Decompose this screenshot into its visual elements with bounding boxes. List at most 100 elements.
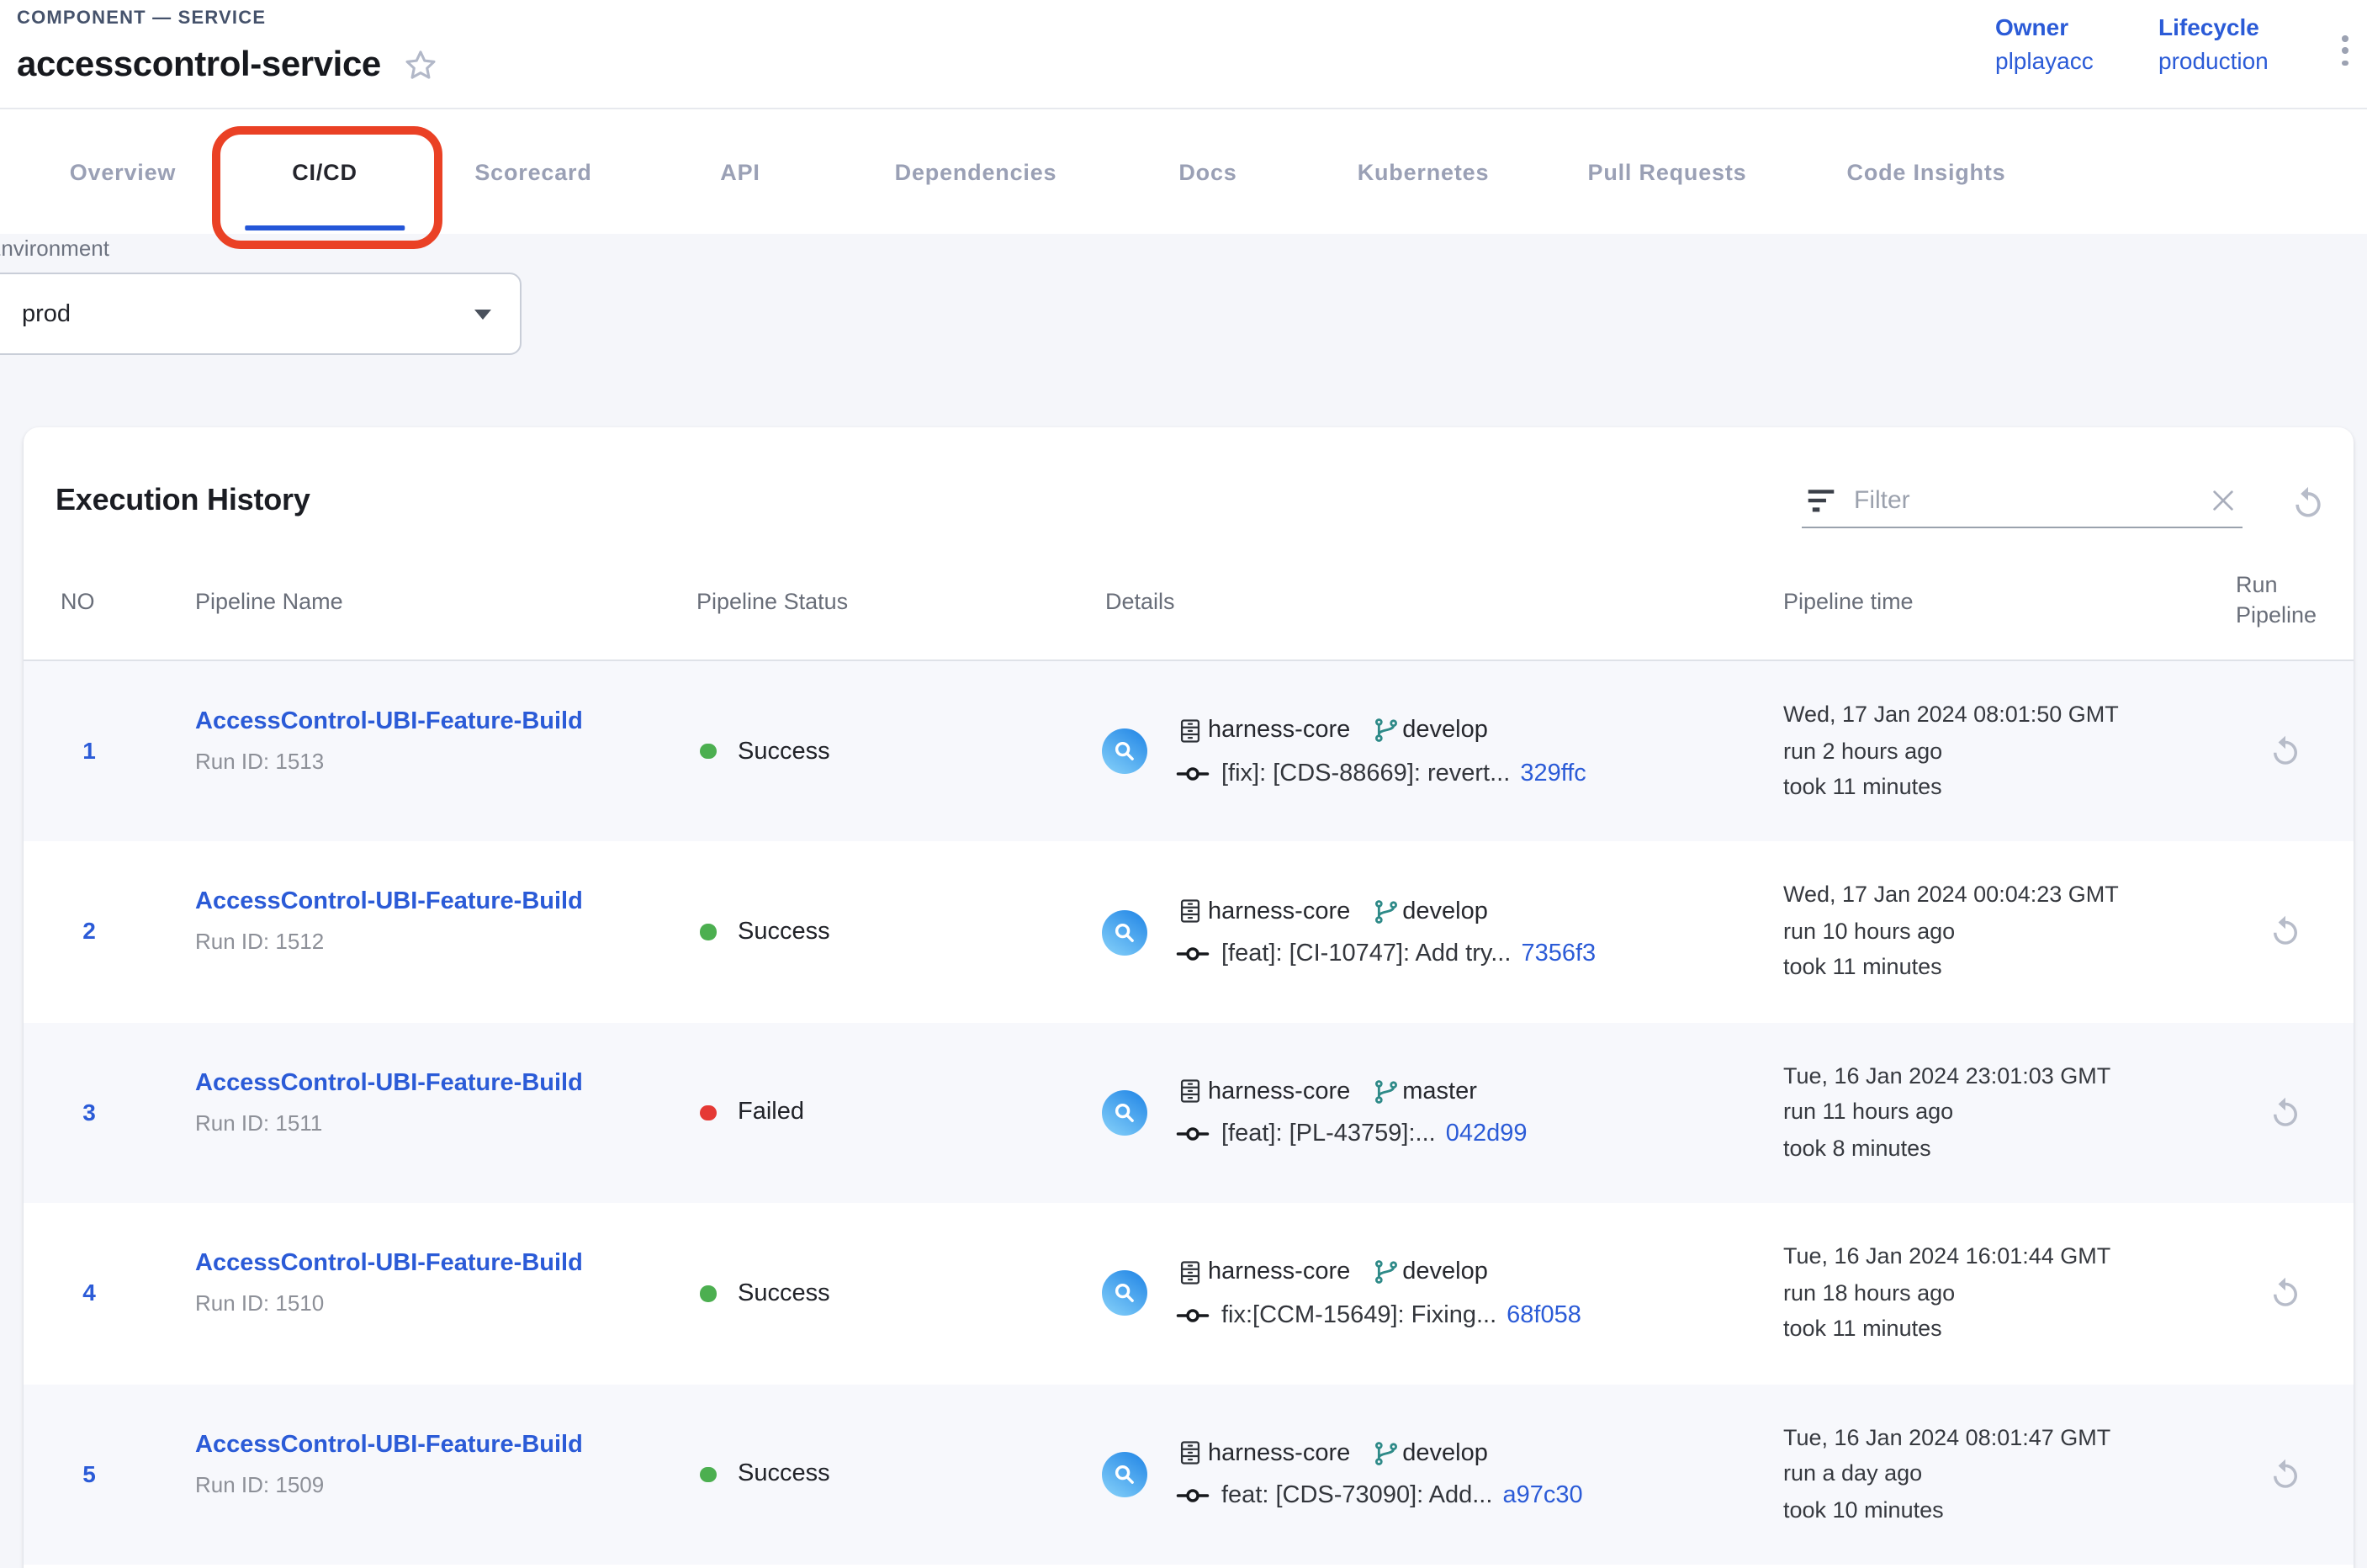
commit-sha-link[interactable]: 042d99 bbox=[1446, 1121, 1528, 1148]
tab-kubernetes[interactable]: Kubernetes bbox=[1307, 109, 1540, 234]
status-label: Success bbox=[738, 1280, 830, 1307]
details-cell: harness-core develop bbox=[1102, 661, 1586, 842]
repository-name: harness-core bbox=[1208, 717, 1350, 744]
row-number: 2 bbox=[61, 918, 118, 945]
pipeline-time-ago: run 18 hours ago bbox=[1783, 1274, 2110, 1311]
repository-icon bbox=[1176, 1258, 1205, 1287]
git-commit-icon bbox=[1176, 761, 1210, 785]
lifecycle-value[interactable]: production bbox=[2158, 47, 2269, 74]
run-pipeline-button[interactable] bbox=[2268, 1456, 2303, 1491]
pipeline-module-icon bbox=[1102, 728, 1147, 774]
status-label: Failed bbox=[738, 1099, 804, 1126]
run-id: Run ID: 1509 bbox=[195, 1471, 583, 1496]
filter-input[interactable]: Filter bbox=[1802, 474, 2243, 528]
pipeline-module-icon bbox=[1102, 909, 1147, 955]
environment-label: Environment bbox=[0, 236, 109, 261]
clear-filter-icon[interactable] bbox=[2211, 488, 2236, 513]
git-branch-icon bbox=[1372, 1259, 1399, 1286]
pipeline-name-link[interactable]: AccessControl-UBI-Feature-Build bbox=[195, 1070, 583, 1097]
owner-link[interactable]: plplayacc bbox=[1995, 47, 2094, 74]
kebab-menu-icon[interactable] bbox=[2335, 29, 2355, 73]
run-id: Run ID: 1513 bbox=[195, 749, 583, 774]
git-commit-icon bbox=[1176, 1485, 1210, 1508]
commit-sha-link[interactable]: a97c30 bbox=[1502, 1483, 1582, 1510]
status-dot bbox=[700, 924, 716, 940]
favorite-star-icon[interactable] bbox=[403, 47, 440, 84]
repository-icon bbox=[1176, 897, 1205, 925]
pipeline-name-link[interactable]: AccessControl-UBI-Feature-Build bbox=[195, 708, 583, 735]
details-lines: harness-core develop bbox=[1176, 1439, 1583, 1510]
pipeline-status-cell: Success bbox=[700, 1384, 830, 1565]
run-pipeline-button[interactable] bbox=[2268, 734, 2303, 769]
row-number: 4 bbox=[61, 1279, 118, 1306]
pipeline-name-cell: AccessControl-UBI-Feature-Build Run ID: … bbox=[195, 1250, 583, 1316]
pipeline-name-cell: AccessControl-UBI-Feature-Build Run ID: … bbox=[195, 708, 583, 774]
branch-name: develop bbox=[1402, 717, 1488, 744]
tab-api[interactable]: API bbox=[670, 109, 810, 234]
pipeline-time-cell: Wed, 17 Jan 2024 08:01:50 GMT run 2 hour… bbox=[1783, 697, 2119, 805]
refresh-icon[interactable] bbox=[2290, 485, 2327, 522]
pipeline-name-cell: AccessControl-UBI-Feature-Build Run ID: … bbox=[195, 889, 583, 955]
pipeline-duration: took 11 minutes bbox=[1783, 769, 2119, 805]
pipeline-name-cell: AccessControl-UBI-Feature-Build Run ID: … bbox=[195, 1431, 583, 1496]
pipeline-duration: took 8 minutes bbox=[1783, 1131, 2110, 1167]
run-id: Run ID: 1512 bbox=[195, 930, 583, 955]
page-header: COMPONENT — SERVICE accesscontrol-servic… bbox=[0, 0, 2367, 108]
pipeline-module-icon bbox=[1102, 1271, 1147, 1316]
details-cell: harness-core develop bbox=[1102, 1203, 1581, 1384]
status-dot bbox=[700, 744, 716, 760]
run-pipeline-button[interactable] bbox=[2268, 1095, 2303, 1131]
details-lines: harness-core develop bbox=[1176, 716, 1586, 787]
table-row: 5 AccessControl-UBI-Feature-Build Run ID… bbox=[24, 1384, 2354, 1565]
execution-history-title: Execution History bbox=[56, 483, 310, 518]
pipeline-time-full: Tue, 16 Jan 2024 23:01:03 GMT bbox=[1783, 1058, 2110, 1094]
status-dot bbox=[700, 1285, 716, 1301]
tab-dependencies[interactable]: Dependencies bbox=[845, 109, 1108, 234]
chevron-down-icon bbox=[474, 310, 491, 320]
pipeline-time-full: Wed, 17 Jan 2024 00:04:23 GMT bbox=[1783, 877, 2119, 914]
status-dot bbox=[700, 1104, 716, 1120]
details-lines: harness-core master bbox=[1176, 1078, 1528, 1148]
details-cell: harness-core develop bbox=[1102, 1384, 1583, 1565]
run-pipeline-button[interactable] bbox=[2268, 914, 2303, 950]
tab-scorecard[interactable]: Scorecard bbox=[424, 109, 642, 234]
commit-sha-link[interactable]: 329ffc bbox=[1520, 760, 1586, 787]
commit-message: feat: [CDS-73090]: Add... bbox=[1221, 1483, 1492, 1510]
tab-pull-requests[interactable]: Pull Requests bbox=[1538, 109, 1798, 234]
commit-sha-link[interactable]: 7356f3 bbox=[1521, 940, 1596, 967]
table-row: 3 AccessControl-UBI-Feature-Build Run ID… bbox=[24, 1023, 2354, 1204]
tab-overview[interactable]: Overview bbox=[19, 109, 227, 234]
pipeline-duration: took 10 minutes bbox=[1783, 1491, 2110, 1528]
pipeline-time-ago: run 10 hours ago bbox=[1783, 914, 2119, 950]
environment-select[interactable]: prod bbox=[0, 273, 522, 355]
pipeline-status-cell: Success bbox=[700, 1203, 830, 1384]
pipeline-time-full: Tue, 16 Jan 2024 08:01:47 GMT bbox=[1783, 1419, 2110, 1455]
pipeline-time-ago: run a day ago bbox=[1783, 1455, 2110, 1491]
pipeline-name-link[interactable]: AccessControl-UBI-Feature-Build bbox=[195, 1250, 583, 1277]
repository-icon bbox=[1176, 1078, 1205, 1106]
commit-message: [feat]: [CI-10747]: Add try... bbox=[1221, 940, 1511, 967]
pipeline-name-link[interactable]: AccessControl-UBI-Feature-Build bbox=[195, 889, 583, 916]
status-dot bbox=[700, 1466, 716, 1482]
status-label: Success bbox=[738, 738, 830, 765]
git-commit-icon bbox=[1176, 1123, 1210, 1147]
run-id: Run ID: 1511 bbox=[195, 1110, 583, 1136]
commit-sha-link[interactable]: 68f058 bbox=[1507, 1302, 1581, 1329]
repository-name: harness-core bbox=[1208, 1078, 1350, 1105]
table-row: 1 AccessControl-UBI-Feature-Build Run ID… bbox=[24, 661, 2354, 842]
pipeline-time-cell: Wed, 17 Jan 2024 00:04:23 GMT run 10 hou… bbox=[1783, 877, 2119, 986]
column-header-no: NO bbox=[61, 589, 95, 614]
execution-history-card: Execution History Filter NO bbox=[24, 427, 2354, 1568]
tab-docs[interactable]: Docs bbox=[1128, 109, 1287, 234]
pipeline-time-cell: Tue, 16 Jan 2024 08:01:47 GMT run a day … bbox=[1783, 1419, 2110, 1528]
lifecycle-label: Lifecycle bbox=[2158, 13, 2269, 40]
table-body: 1 AccessControl-UBI-Feature-Build Run ID… bbox=[24, 661, 2354, 1565]
page-title: accesscontrol-service bbox=[17, 45, 381, 86]
repository-name: harness-core bbox=[1208, 1259, 1350, 1286]
commit-message: [fix]: [CDS-88669]: revert... bbox=[1221, 760, 1510, 787]
commit-message: [feat]: [PL-43759]:... bbox=[1221, 1121, 1436, 1148]
pipeline-name-link[interactable]: AccessControl-UBI-Feature-Build bbox=[195, 1431, 583, 1458]
run-pipeline-button[interactable] bbox=[2268, 1275, 2303, 1311]
tab-code-insights[interactable]: Code Insights bbox=[1797, 109, 2057, 234]
tab-ci-cd[interactable]: CI/CD bbox=[241, 109, 408, 234]
